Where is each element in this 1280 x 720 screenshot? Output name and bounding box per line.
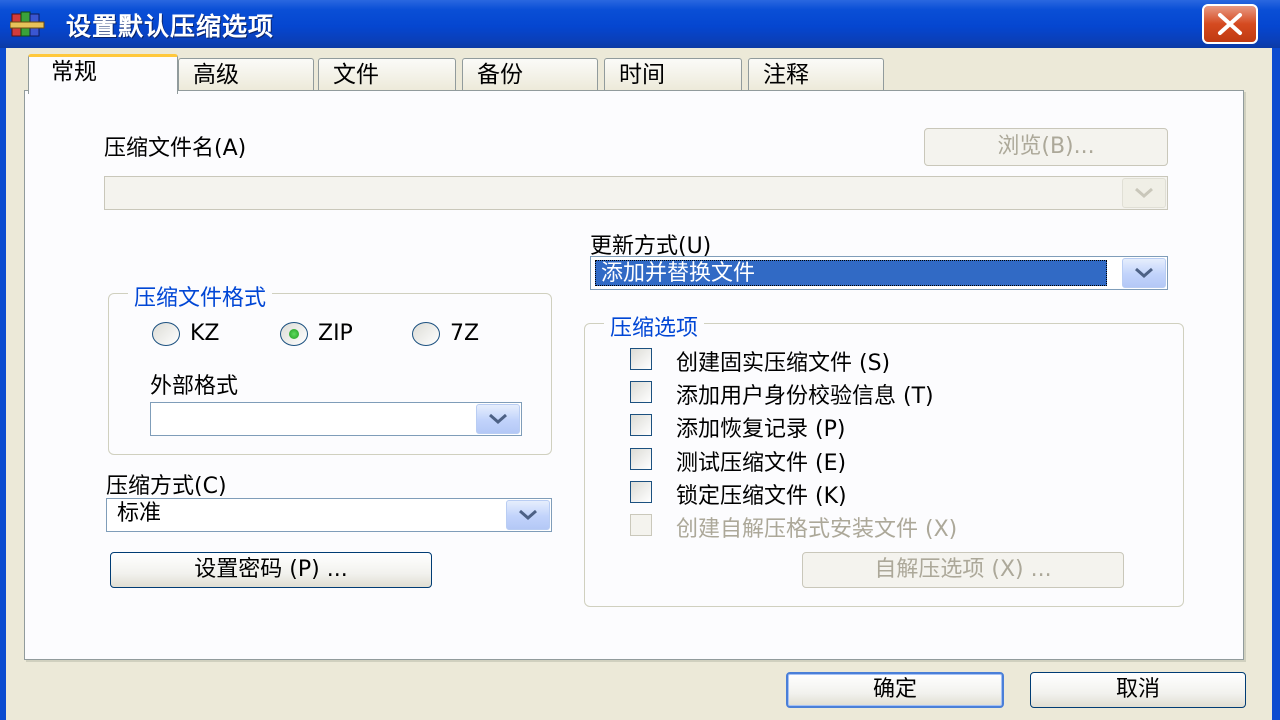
radio-kz-label[interactable]: KZ [190,321,220,346]
archive-name-label: 压缩文件名(A) [104,136,247,161]
checkbox-authenticity-info-label[interactable]: 添加用户身份校验信息 (T) [676,378,934,410]
winrar-books-icon [10,11,45,37]
compression-method-dropdown-button[interactable] [506,500,550,530]
checkbox-solid-archive[interactable] [630,348,652,370]
tab-time[interactable]: 时间 [604,58,742,92]
compression-options-title: 压缩选项 [604,310,705,342]
close-x-icon [1218,13,1242,35]
window-title: 设置默认压缩选项 [66,12,275,41]
checkbox-test-archive-label[interactable]: 测试压缩文件 (E) [676,445,846,477]
checkbox-sfx-archive-label[interactable]: 创建自解压格式安装文件 (X) [676,511,957,543]
checkbox-recovery-record[interactable] [630,414,652,436]
external-format-dropdown-button[interactable] [476,404,520,434]
update-mode-dropdown-button[interactable] [1122,258,1166,288]
chevron-down-icon [1135,267,1153,278]
update-mode-combo[interactable]: 添加并替换文件 [590,256,1168,290]
checkbox-lock-archive-label[interactable]: 锁定压缩文件 (K) [676,478,847,510]
radio-kz[interactable] [152,322,180,346]
ok-button[interactable]: 确定 [786,672,1004,708]
archive-format-title: 压缩文件格式 [128,280,273,312]
cancel-button[interactable]: 取消 [1030,672,1246,708]
radio-7z-label[interactable]: 7Z [450,321,479,346]
update-mode-value: 添加并替换文件 [595,260,1107,286]
tab-comment[interactable]: 注释 [748,58,884,92]
window-border-right [1272,48,1280,720]
checkbox-sfx-archive[interactable] [630,514,652,536]
chevron-down-icon [1135,187,1153,198]
checkbox-authenticity-info[interactable] [630,381,652,403]
radio-selected-dot [289,329,299,339]
set-password-button[interactable]: 设置密码 (P) ... [110,552,432,588]
title-bar: 设置默认压缩选项 [0,0,1280,48]
chevron-down-icon [519,509,537,520]
checkbox-solid-archive-label[interactable]: 创建固实压缩文件 (S) [676,345,890,377]
archive-name-combo[interactable] [104,176,1168,210]
tab-files[interactable]: 文件 [318,58,456,92]
checkbox-recovery-record-label[interactable]: 添加恢复记录 (P) [676,411,845,443]
close-button[interactable] [1202,4,1258,44]
tab-advanced[interactable]: 高级 [178,58,314,92]
radio-zip-label[interactable]: ZIP [318,321,353,346]
browse-button[interactable]: 浏览(B)... [924,128,1168,166]
compression-method-combo[interactable]: 标准 [106,498,552,532]
compression-method-label: 压缩方式(C) [106,474,227,499]
external-format-label: 外部格式 [150,374,239,399]
sfx-options-button[interactable]: 自解压选项 (X) ... [802,552,1124,588]
chevron-down-icon [489,413,507,424]
tab-backup[interactable]: 备份 [462,58,598,92]
archive-name-dropdown-button[interactable] [1122,178,1166,208]
radio-7z[interactable] [412,322,440,346]
checkbox-test-archive[interactable] [630,448,652,470]
checkbox-lock-archive[interactable] [630,481,652,503]
tab-general[interactable]: 常规 [28,54,178,94]
window-border-left [0,48,6,720]
radio-zip[interactable] [280,322,308,346]
external-format-combo[interactable] [150,402,522,436]
compression-method-value: 标准 [117,501,162,526]
